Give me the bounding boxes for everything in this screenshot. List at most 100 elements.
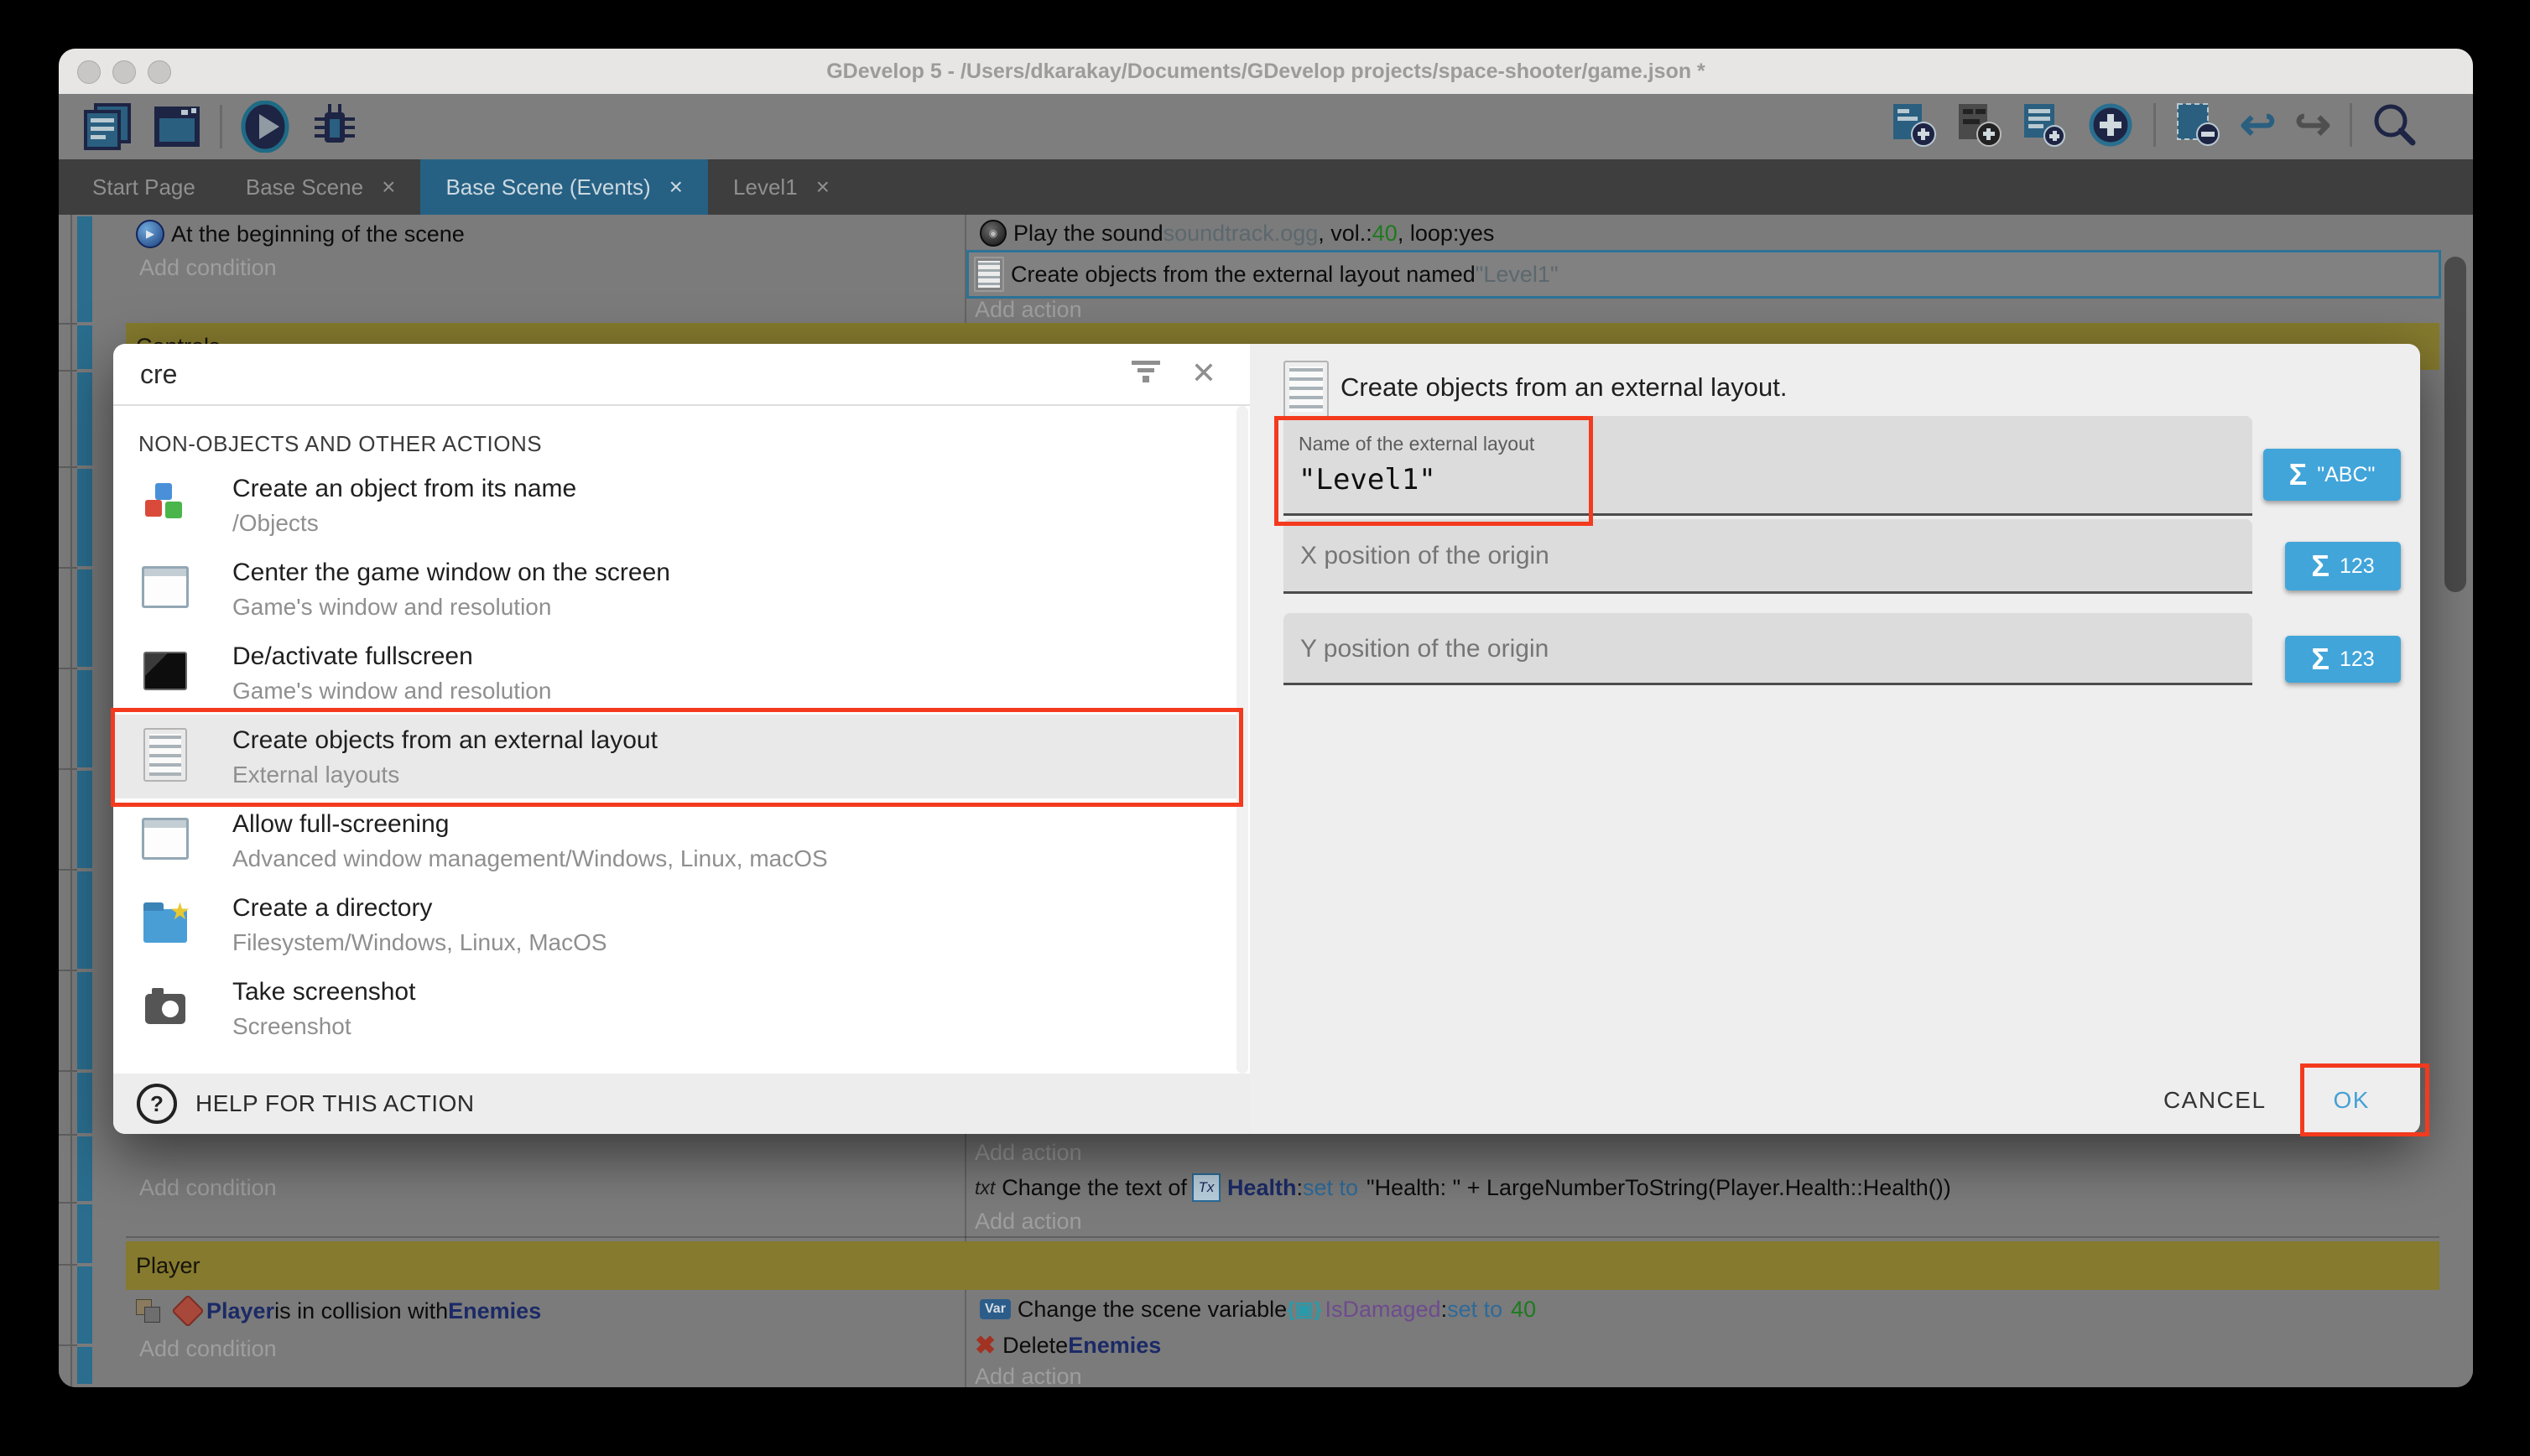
action-item-create-object[interactable]: Create an object from its name /Objects <box>113 463 1236 547</box>
toolbar-divider <box>220 105 222 148</box>
tab-label: Base Scene <box>246 174 363 200</box>
expression-builder-123-button[interactable]: Σ 123 <box>2285 636 2401 683</box>
scene-editor-icon[interactable] <box>151 101 203 152</box>
window-icon <box>142 564 189 611</box>
param-object: Enemies <box>448 1298 541 1324</box>
window-title: GDevelop 5 - /Users/dkarakay/Documents/G… <box>59 49 2473 94</box>
help-link[interactable]: HELP FOR THIS ACTION <box>195 1090 475 1117</box>
help-icon: ? <box>137 1084 177 1124</box>
tab-label: Base Scene (Events) <box>445 174 650 200</box>
add-condition-link[interactable]: Add condition <box>139 1331 643 1366</box>
param-operator: set to <box>1303 1175 1358 1201</box>
window-icon <box>142 815 189 862</box>
condition-row[interactable]: ▶ At the beginning of the scene <box>131 216 953 252</box>
close-tab-icon[interactable]: × <box>816 174 830 200</box>
action-item-title: Center the game window on the screen <box>232 559 670 587</box>
project-manager-icon[interactable] <box>82 101 134 152</box>
action-item-center-window[interactable]: Center the game window on the screen Gam… <box>113 547 1236 631</box>
add-condition-label: Add condition <box>139 255 277 281</box>
undo-icon[interactable]: ↩ <box>2240 101 2277 148</box>
action-row-play-sound[interactable]: ◉ Play the sound soundtrack.ogg, vol.: 4… <box>975 216 2401 250</box>
add-condition-label: Add condition <box>139 1336 277 1362</box>
play-icon[interactable] <box>239 101 291 153</box>
action-text: : <box>1296 1175 1303 1201</box>
y-position-field[interactable] <box>1283 613 2252 685</box>
filter-icon[interactable] <box>1129 357 1163 391</box>
text-action-icon: txt <box>975 1177 995 1199</box>
action-item-title: De/activate fullscreen <box>232 642 473 671</box>
action-item-title: Create an object from its name <box>232 475 576 503</box>
action-row-change-variable[interactable]: Var Change the scene variable {▣} IsDama… <box>975 1292 2434 1327</box>
parameters-title: Create objects from an external layout. <box>1340 372 1787 403</box>
condition-text: is in collision with <box>274 1298 448 1324</box>
folder-icon <box>142 899 189 946</box>
toolbar: ↩ ↪ <box>59 94 2473 159</box>
param-loop: yes <box>1459 221 1494 247</box>
tab-label: Start Page <box>92 174 195 200</box>
param-object: Health <box>1227 1175 1297 1201</box>
action-row-create-external-layout-selected[interactable]: Create objects from the external layout … <box>966 250 2441 299</box>
action-row-delete[interactable]: ✖ Delete Enemies <box>975 1329 1814 1362</box>
y-position-input[interactable] <box>1299 613 2225 684</box>
add-circle-icon[interactable] <box>2086 101 2135 149</box>
events-scrollbar[interactable] <box>2444 257 2466 592</box>
annotation-ok-button <box>2300 1063 2429 1136</box>
event-selection-rail[interactable] <box>77 216 92 1384</box>
tab-base-scene[interactable]: Base Scene × <box>221 159 421 215</box>
fullscreen-icon <box>142 647 189 694</box>
action-text: , vol.: <box>1318 221 1372 247</box>
add-action-link[interactable]: Add action <box>975 1136 1478 1169</box>
camera-icon <box>142 983 189 1030</box>
action-row-change-text[interactable]: txt Change the text of Tx Health: set to… <box>975 1170 2434 1205</box>
tab-level1[interactable]: Level1× <box>708 159 855 215</box>
app-window: GDevelop 5 - /Users/dkarakay/Documents/G… <box>59 49 2473 1387</box>
param-operator: set to <box>1447 1297 1502 1323</box>
close-tab-icon[interactable]: × <box>382 174 395 200</box>
add-condition-link[interactable]: Add condition <box>139 252 643 283</box>
add-action-link[interactable]: Add action <box>975 1364 1478 1387</box>
clear-search-icon[interactable]: ✕ <box>1191 356 1216 391</box>
add-subevent-icon[interactable] <box>1955 101 2002 149</box>
close-tab-icon[interactable]: × <box>669 174 683 200</box>
search-icon[interactable] <box>2371 101 2419 149</box>
param-variable: IsDamaged <box>1325 1297 1441 1323</box>
player-object-icon <box>171 1294 205 1328</box>
action-item-take-screenshot[interactable]: Take screenshot Screenshot <box>113 966 1236 1050</box>
param-expression: "Health: " + LargeNumberToString(Player.… <box>1367 1175 1951 1201</box>
group-player[interactable]: Player <box>126 1241 2439 1290</box>
action-item-allow-fullscreen[interactable]: Allow full-screening Advanced window man… <box>113 798 1236 882</box>
x-position-field[interactable] <box>1283 519 2252 594</box>
action-text: Delete <box>1002 1333 1068 1359</box>
delete-event-icon[interactable] <box>2174 101 2221 149</box>
tab-start-page[interactable]: Start Page <box>67 159 221 215</box>
add-action-link[interactable]: Add action <box>975 295 1478 324</box>
add-action-label: Add action <box>975 1364 1082 1387</box>
debug-icon[interactable] <box>308 101 360 153</box>
condition-row-collision[interactable]: Player is in collision with Enemies <box>131 1292 953 1330</box>
variable-icon: {▣} <box>1287 1297 1321 1322</box>
cancel-button[interactable]: CANCEL <box>2163 1087 2267 1114</box>
sigma-icon: Σ <box>2289 457 2308 492</box>
action-item-create-directory[interactable]: Create a directory Filesystem/Windows, L… <box>113 882 1236 966</box>
redo-icon[interactable]: ↪ <box>2294 101 2331 148</box>
abc-label: "ABC" <box>2317 463 2375 487</box>
expression-builder-abc-button[interactable]: Σ "ABC" <box>2263 449 2401 501</box>
add-comment-icon[interactable] <box>2021 101 2068 149</box>
param-object: Enemies <box>1068 1333 1161 1359</box>
action-text: Change the text of <box>1002 1175 1187 1201</box>
tab-base-scene-events[interactable]: Base Scene (Events) × <box>420 159 708 215</box>
sound-icon: ◉ <box>980 220 1007 247</box>
add-condition-link[interactable]: Add condition <box>139 1170 643 1205</box>
x-position-input[interactable] <box>1299 519 2225 593</box>
expression-builder-123-button[interactable]: Σ 123 <box>2285 542 2401 590</box>
add-event-icon[interactable] <box>1890 101 1937 149</box>
param-value: 40 <box>1511 1297 1536 1323</box>
search-input[interactable] <box>138 352 897 396</box>
action-item-subtitle: Game's window and resolution <box>232 678 551 705</box>
action-item-subtitle: Filesystem/Windows, Linux, MacOS <box>232 929 607 956</box>
param-layout-name: "Level1" <box>1476 262 1559 288</box>
add-action-link[interactable]: Add action <box>975 1207 1478 1236</box>
param-object: Player <box>206 1298 274 1324</box>
param-volume: 40 <box>1372 221 1398 247</box>
action-item-fullscreen[interactable]: De/activate fullscreen Game's window and… <box>113 631 1236 715</box>
